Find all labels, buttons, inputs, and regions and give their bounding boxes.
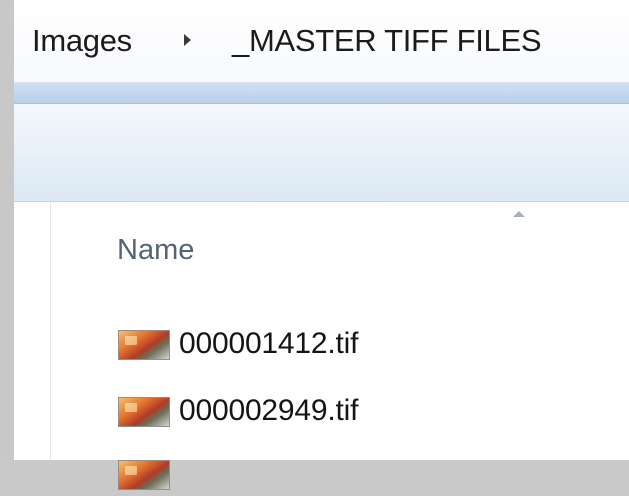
sort-ascending-icon — [513, 211, 525, 217]
toolbar — [14, 104, 629, 202]
navigation-pane-divider[interactable] — [50, 202, 51, 460]
file-name: 000002949.tif — [179, 394, 359, 427]
breadcrumb-item-master-tiff-files[interactable]: _MASTER TIFF FILES — [232, 18, 542, 64]
file-name: 000001412.tif — [179, 327, 359, 360]
address-bar[interactable]: Images _MASTER TIFF FILES — [14, 0, 629, 83]
explorer-header-band — [14, 83, 629, 104]
column-header-name[interactable]: Name — [117, 230, 194, 270]
breadcrumb-item-images[interactable]: Images — [32, 18, 132, 64]
tiff-image-icon — [118, 330, 170, 360]
window-frame-left — [0, 0, 15, 460]
breadcrumb-chevron-right-icon[interactable] — [184, 34, 191, 46]
tiff-image-icon — [118, 460, 170, 490]
tiff-image-icon — [118, 397, 170, 427]
